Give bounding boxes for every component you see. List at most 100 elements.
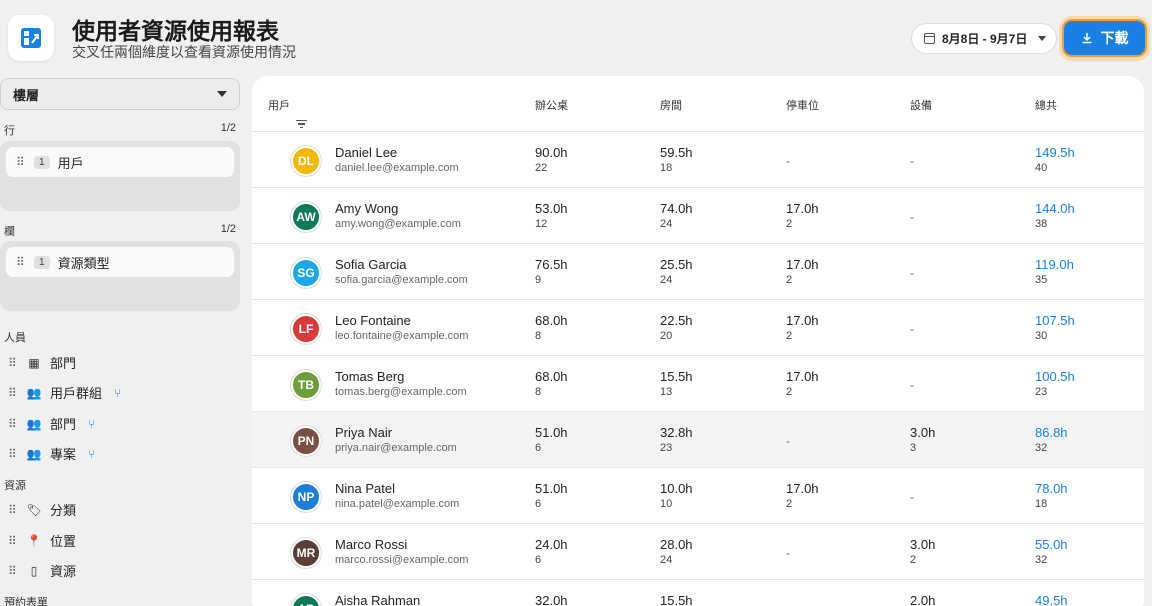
dimension-label: 位置 <box>50 534 77 549</box>
user-email: priya.nair@example.com <box>335 442 457 454</box>
cell-parking: 17.0h 2 <box>786 201 819 230</box>
table-row[interactable]: PN Priya Nair priya.nair@example.com 51.0h 6… <box>252 412 1144 468</box>
cell-equipment-empty: - <box>910 490 914 504</box>
drag-handle-icon[interactable]: ⠿ <box>8 356 18 370</box>
cell-hours: 17.0h <box>786 369 819 384</box>
cell-total: 100.5h 23 <box>1035 369 1075 398</box>
user-email: sofia.garcia@example.com <box>335 274 468 286</box>
building-icon: ▦ <box>28 355 40 370</box>
download-button[interactable]: 下載 <box>1062 19 1147 57</box>
cell-hours: 51.0h <box>535 425 568 440</box>
cell-total: 78.0h 18 <box>1035 481 1068 510</box>
cols-drop-zone[interactable]: ⠿ 1 資源類型 <box>0 241 240 311</box>
group-label-forms: 預約表單 <box>4 597 48 606</box>
cell-hours: 15.5h <box>660 369 693 384</box>
cell-count: 32 <box>1035 442 1048 454</box>
group-label-resources: 資源 <box>4 480 26 492</box>
table-row[interactable]: AR Aisha Rahman 32.0h 15.5h 2.0h 49.5h <box>252 580 1144 606</box>
avatar: AR <box>291 594 321 606</box>
dimension-item[interactable]: ⠿ ▯ 資源 <box>8 561 76 580</box>
cell-count: 40 <box>1035 162 1048 174</box>
cell-room: 25.5h 24 <box>660 257 693 286</box>
cell-equipment-empty: - <box>910 322 914 336</box>
group-label-people: 人員 <box>4 332 26 344</box>
table-row[interactable]: DL Daniel Lee daniel.lee@example.com 90.0h 2… <box>252 132 1144 188</box>
column-header-parking[interactable]: 停車位 <box>786 97 819 113</box>
cell-count: 22 <box>535 162 548 174</box>
cell-count: 30 <box>1035 330 1048 342</box>
dimension-item[interactable]: ⠿ 👥 部門 ⑂ <box>8 414 95 433</box>
cell-hours: 51.0h <box>535 481 568 496</box>
cell-hours: 107.5h <box>1035 313 1075 328</box>
avatar: AW <box>291 202 321 232</box>
cell-room: 28.0h 24 <box>660 537 693 566</box>
table-row[interactable]: TB Tomas Berg tomas.berg@example.com 68.0h 8… <box>252 356 1144 412</box>
drag-handle-icon[interactable]: ⠿ <box>16 155 26 169</box>
drag-handle-icon[interactable]: ⠿ <box>16 255 26 269</box>
cell-count: 24 <box>660 274 673 286</box>
cell-count: 2 <box>786 386 793 398</box>
branch-icon: ⑂ <box>114 385 122 400</box>
cell-desk: 53.0h 12 <box>535 201 568 230</box>
avatar: TB <box>291 370 321 400</box>
cell-room: 10.0h 10 <box>660 481 693 510</box>
filter-icon[interactable] <box>296 118 307 130</box>
cell-hours: 3.0h <box>910 425 936 440</box>
dimension-item[interactable]: ⠿ ▦ 部門 <box>8 353 76 372</box>
app-logo-icon <box>8 15 54 61</box>
dimension-item[interactable]: ⠿ 🏷 分類 <box>8 500 76 519</box>
cell-hours: 78.0h <box>1035 481 1068 496</box>
floor-select[interactable]: 樓層 <box>0 78 240 110</box>
cell-hours: 74.0h <box>660 201 693 216</box>
dimension-item[interactable]: ⠿ 📍 位置 <box>8 531 76 550</box>
dimension-item[interactable]: ⠿ 👥 用戶群組 ⑂ <box>8 383 121 402</box>
drag-handle-icon[interactable]: ⠿ <box>8 447 18 461</box>
cell-equipment: 3.0h 2 <box>910 537 935 566</box>
column-header-equipment[interactable]: 設備 <box>910 97 932 113</box>
page-title: 使用者資源使用報表 <box>72 18 279 44</box>
cell-count: 3 <box>910 442 917 454</box>
cols-label: 欄 <box>4 226 15 238</box>
chip-index: 1 <box>34 255 50 269</box>
column-header-desk[interactable]: 辦公桌 <box>535 97 568 113</box>
cell-hours: 32.0h <box>535 593 568 606</box>
drag-handle-icon[interactable]: ⠿ <box>8 417 18 431</box>
dimension-item[interactable]: ⠿ 👥 專案 ⑂ <box>8 444 95 463</box>
people-icon: 👥 <box>26 385 42 400</box>
drag-handle-icon[interactable]: ⠿ <box>8 386 18 400</box>
rows-drop-zone[interactable]: ⠿ 1 用戶 <box>0 141 240 211</box>
table-row[interactable]: SG Sofia Garcia sofia.garcia@example.com 76… <box>252 244 1144 300</box>
drag-handle-icon[interactable]: ⠿ <box>8 564 18 578</box>
date-range-picker[interactable]: 8月8日 - 9月7日 <box>911 23 1057 54</box>
cell-hours: 100.5h <box>1035 369 1075 384</box>
user-name: Leo Fontaine <box>335 313 411 328</box>
user-email: amy.wong@example.com <box>335 218 461 230</box>
drag-handle-icon[interactable]: ⠿ <box>8 534 18 548</box>
cell-equipment-empty: - <box>910 266 914 280</box>
chevron-down-icon <box>217 91 227 97</box>
cell-parking-empty: - <box>786 434 790 448</box>
table-row[interactable]: AW Amy Wong amy.wong@example.com 53.0h 12 74.… <box>252 188 1144 244</box>
column-header-total[interactable]: 總共 <box>1035 97 1057 113</box>
column-header-room[interactable]: 房間 <box>660 97 682 113</box>
cell-count: 6 <box>535 498 542 510</box>
cols-chip[interactable]: ⠿ 1 資源類型 <box>6 247 234 277</box>
cell-count: 6 <box>535 442 542 454</box>
rows-chip[interactable]: ⠿ 1 用戶 <box>6 147 234 177</box>
cell-hours: 25.5h <box>660 257 693 272</box>
table-row[interactable]: NP Nina Patel nina.patel@example.com 51.0h 6… <box>252 468 1144 524</box>
avatar: MR <box>291 538 321 568</box>
cell-total: 119.0h 35 <box>1035 257 1074 286</box>
table-row[interactable]: LF Leo Fontaine leo.fontaine@example.com 68… <box>252 300 1144 356</box>
page-subtitle: 交叉任兩個維度以查看資源使用情況 <box>72 44 296 60</box>
date-range-label: 8月8日 - 9月7日 <box>942 32 1028 46</box>
cell-total: 55.0h 32 <box>1035 537 1068 566</box>
column-header-user[interactable]: 用戶 <box>268 97 307 129</box>
table-row[interactable]: MR Marco Rossi marco.rossi@example.com 24.0… <box>252 524 1144 580</box>
cell-hours: 17.0h <box>786 313 819 328</box>
drag-handle-icon[interactable]: ⠿ <box>8 503 18 517</box>
cell-hours: 86.8h <box>1035 425 1068 440</box>
download-label: 下載 <box>1100 30 1129 46</box>
cell-count: 35 <box>1035 274 1048 286</box>
cell-count: 2 <box>786 498 793 510</box>
